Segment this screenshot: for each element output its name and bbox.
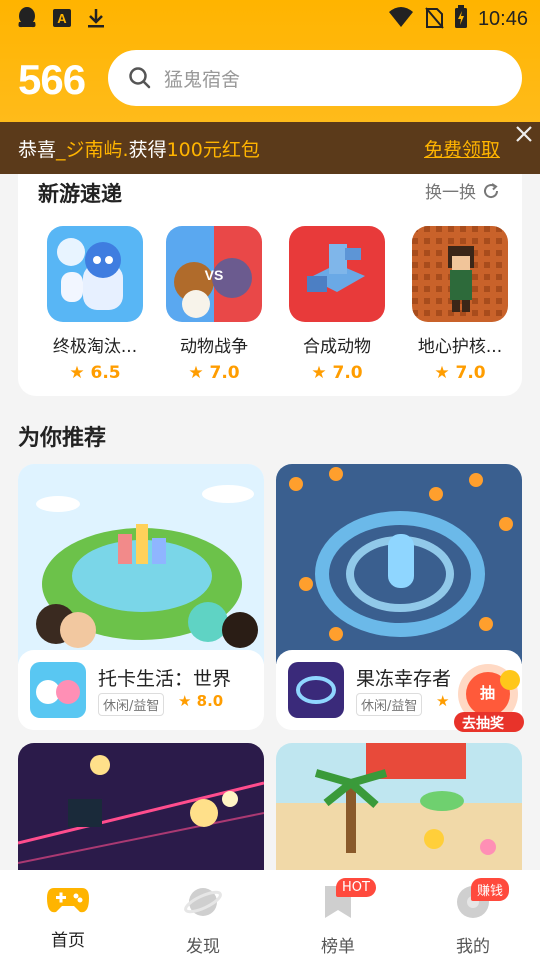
status-bar: A 10:46 [0, 0, 540, 38]
refresh-button[interactable]: 换一换 [425, 178, 500, 203]
game-name: 动物战争 [180, 337, 248, 357]
close-icon[interactable] [514, 124, 534, 148]
recommend-title: 为你推荐 [18, 426, 107, 451]
bottom-tab-bar: 首页 发现 榜单 HOT 我的 赚钱 [0, 870, 540, 960]
banner-message: 恭喜_ジ南屿.获得100元红包 [18, 138, 260, 161]
jelly-survivor-icon [288, 662, 344, 718]
svg-text:A: A [57, 11, 67, 26]
planet-icon [184, 888, 222, 916]
game-name: 终极淘汰... [52, 337, 138, 357]
game-score: ★ 7.0 [311, 363, 363, 383]
card-tag: 休闲/益智 [356, 693, 423, 716]
claim-free-link[interactable]: 免费领取 [424, 135, 500, 162]
tab-home[interactable]: 首页 [18, 882, 118, 951]
toca-world-artwork [18, 464, 264, 664]
game-name: 合成动物 [303, 337, 371, 357]
game-icon-core-guard [412, 226, 508, 322]
app-header: A 10:46 566 猛鬼宿舍 [0, 0, 540, 122]
tab-label: 我的 [456, 937, 490, 957]
earn-badge: 赚钱 [471, 878, 510, 901]
card-score: ★ [436, 692, 450, 710]
game-icon-knockout [47, 226, 143, 322]
gamepad-icon [47, 888, 89, 913]
lottery-char: 抽 [480, 684, 496, 702]
search-bar[interactable]: 猛鬼宿舍 [108, 50, 522, 106]
game-score: ★ 7.0 [188, 363, 240, 383]
font-app-icon: A [52, 8, 72, 32]
search-icon [129, 67, 151, 89]
new-games-title: 新游速递 [38, 182, 122, 206]
hot-badge: HOT [336, 878, 376, 897]
game-icon-animal-war: VS [166, 226, 262, 322]
game-score: ★ 7.0 [434, 363, 486, 383]
tab-label: 榜单 [321, 937, 355, 957]
game-name: 地心护核... [417, 337, 503, 357]
jelly-survivor-artwork [276, 464, 522, 664]
game-item[interactable]: 合成动物 ★ 7.0 [289, 226, 385, 383]
game-item[interactable]: 地心护核... ★ 7.0 [412, 226, 508, 383]
card-tag: 休闲/益智 [98, 693, 165, 716]
tab-discover[interactable]: 发现 [153, 882, 253, 957]
card-title: 托卡生活：世界 [98, 668, 232, 690]
qq-icon [16, 6, 38, 34]
tab-label: 首页 [51, 931, 85, 951]
tab-ranking[interactable]: 榜单 HOT [288, 878, 388, 957]
lottery-button[interactable]: 抽 去抽奖 [452, 662, 528, 736]
search-placeholder: 猛鬼宿舍 [164, 68, 241, 91]
card-score: ★ 8.0 [178, 692, 224, 710]
prize-banner: 恭喜_ジ南屿.获得100元红包 免费领取 [0, 122, 540, 174]
game-icon-merge-animals [289, 226, 385, 322]
status-time: 10:46 [477, 7, 528, 30]
recommend-card[interactable] [276, 743, 522, 873]
game-item[interactable]: VS 动物战争 ★ 7.0 [166, 226, 262, 383]
refresh-icon [484, 182, 499, 198]
island-game-artwork [276, 743, 522, 873]
no-sim-icon [424, 5, 444, 33]
neon-game-artwork [18, 743, 264, 873]
recommend-card[interactable]: 托卡生活：世界 休闲/益智 ★ 8.0 [18, 464, 264, 730]
recommend-card[interactable] [18, 743, 264, 873]
svg-text:VS: VS [205, 267, 224, 283]
download-icon [86, 7, 106, 33]
new-games-card: 新游速递 换一换 终极淘汰... ★ 6.5 VS 动物战争 ★ 7.0 合成动… [18, 174, 522, 396]
lottery-label: 去抽奖 [462, 716, 504, 732]
tab-mine[interactable]: 我的 赚钱 [423, 878, 523, 957]
toca-world-icon [30, 662, 86, 718]
card-title: 果冻幸存者 [356, 668, 452, 690]
wifi-icon [388, 6, 414, 32]
tab-label: 发现 [186, 937, 220, 957]
game-score: ★ 6.5 [69, 363, 121, 383]
app-logo[interactable]: 566 [18, 56, 86, 104]
game-item[interactable]: 终极淘汰... ★ 6.5 [47, 226, 143, 383]
card-info: 托卡生活：世界 休闲/益智 ★ 8.0 [18, 650, 264, 730]
battery-icon [454, 5, 468, 33]
